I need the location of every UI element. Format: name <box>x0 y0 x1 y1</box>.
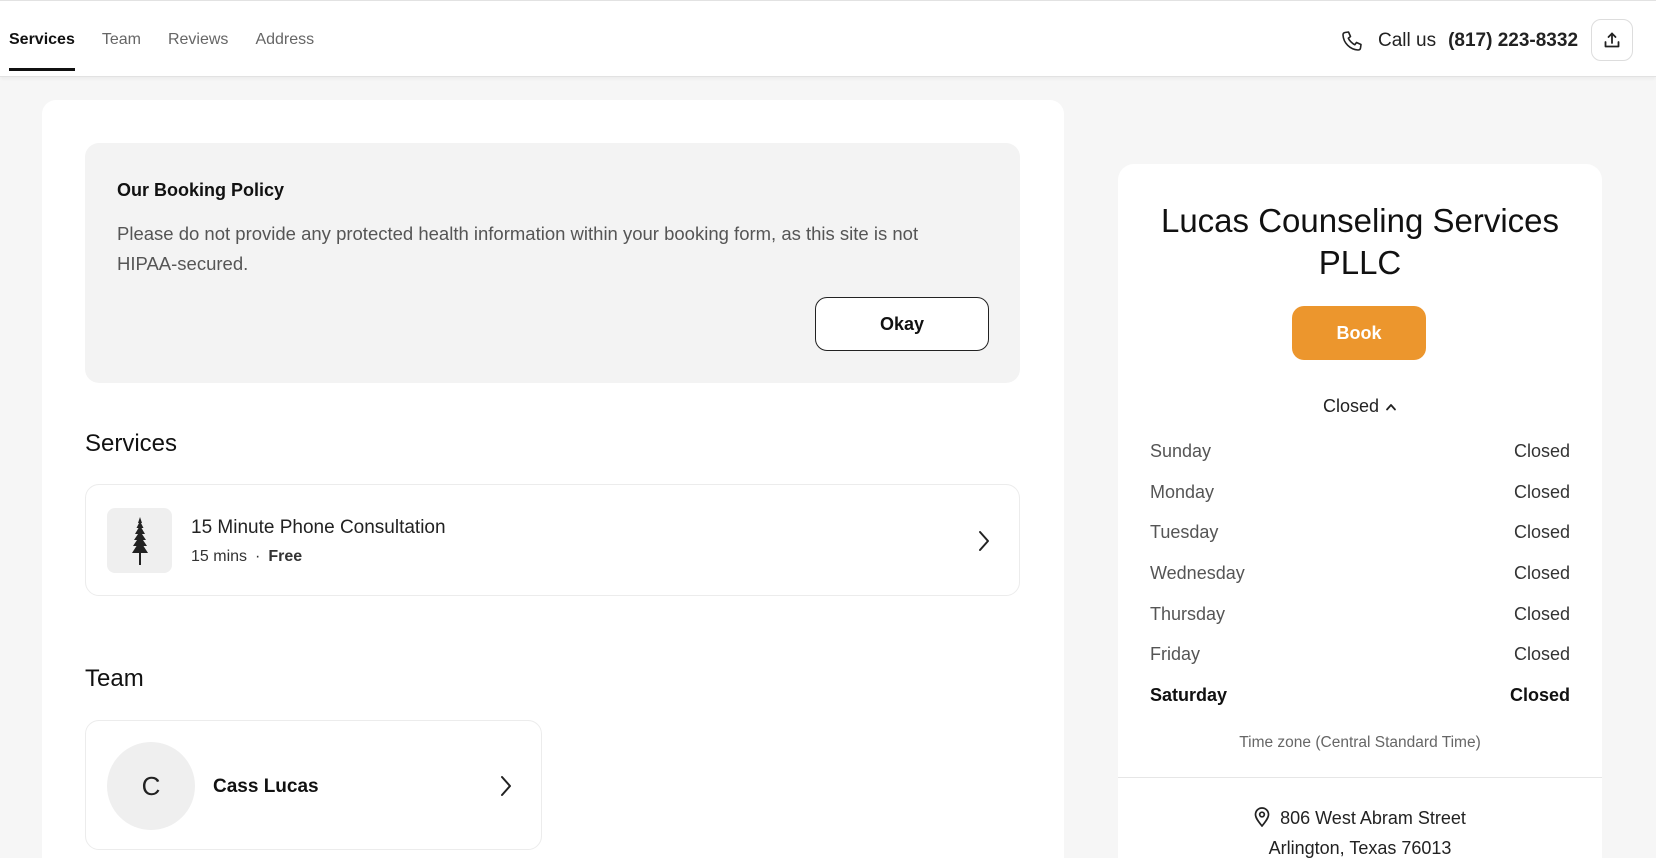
hours-value: Closed <box>1513 522 1570 543</box>
service-duration: 15 mins <box>191 548 248 565</box>
hours-day: Thursday <box>1150 603 1226 624</box>
meta-separator: · <box>255 548 261 565</box>
tab-team[interactable]: Team <box>102 1 141 77</box>
hours-value: Closed <box>1509 685 1570 706</box>
hours-row: Sunday Closed <box>1150 436 1570 477</box>
hours-value: Closed <box>1513 603 1570 624</box>
chevron-right-icon <box>979 531 989 551</box>
okay-button[interactable]: Okay <box>815 297 989 351</box>
booking-policy-banner: Our Booking Policy Please do not provide… <box>85 143 1020 383</box>
policy-text: Please do not provide any protected heal… <box>117 223 919 274</box>
hours-day: Wednesday <box>1150 563 1245 584</box>
hours-value: Closed <box>1513 644 1570 665</box>
share-upload-icon <box>1604 32 1620 48</box>
services-heading: Services <box>85 430 178 457</box>
service-name: 15 Minute Phone Consultation <box>191 517 446 538</box>
service-item[interactable]: 15 Minute Phone Consultation 15 mins · Fre… <box>85 484 1020 596</box>
service-thumbnail <box>107 508 172 573</box>
hours-day: Friday <box>1150 644 1201 665</box>
book-button[interactable]: Book <box>1292 306 1426 360</box>
business-info-card: Lucas Counseling Services PLLC Book Clos… <box>1118 164 1602 858</box>
hours-day: Saturday <box>1150 685 1228 706</box>
hours-day: Tuesday <box>1150 522 1219 543</box>
chevron-up-icon <box>1386 404 1396 411</box>
hours-row: Thursday Closed <box>1150 599 1570 640</box>
hours-row: Friday Closed <box>1150 639 1570 680</box>
map-pin-icon <box>1254 807 1270 827</box>
service-meta: 15 mins · Free <box>191 548 302 566</box>
main-content-card: Our Booking Policy Please do not provide… <box>42 100 1064 858</box>
street-address: 806 West Abram Street <box>1280 808 1466 828</box>
member-name: Cass Lucas <box>213 776 319 797</box>
call-us-link[interactable]: Call us (817) 223-8332 <box>1340 27 1578 55</box>
address-block: 806 West Abram Street Arlington, Texas 7… <box>1118 803 1602 858</box>
timezone-label: Time zone (Central Standard Time) <box>1239 734 1481 751</box>
hours-value: Closed <box>1513 481 1570 502</box>
section-tabs: Services Team Reviews Address <box>9 1 341 77</box>
address-line-1: 806 West Abram Street <box>1118 803 1602 833</box>
policy-title: Our Booking Policy <box>117 180 285 200</box>
phone-icon <box>1342 31 1362 51</box>
call-us-label: Call us <box>1378 30 1437 51</box>
team-member-card[interactable]: C Cass Lucas <box>85 720 542 850</box>
hours-day: Monday <box>1150 481 1215 502</box>
tab-reviews[interactable]: Reviews <box>168 1 228 77</box>
hours-row-today: Saturday Closed <box>1150 680 1570 721</box>
tab-services[interactable]: Services <box>9 1 75 77</box>
hours-toggle[interactable]: Closed <box>1118 396 1602 417</box>
open-status: Closed <box>1322 396 1380 416</box>
hours-value: Closed <box>1513 563 1570 584</box>
tab-address[interactable]: Address <box>255 1 314 77</box>
team-heading: Team <box>85 665 144 692</box>
top-nav-bar: Services Team Reviews Address Call us (8… <box>0 0 1656 77</box>
pine-tree-icon <box>131 516 148 565</box>
hours-row: Monday Closed <box>1150 477 1570 518</box>
share-button[interactable] <box>1591 19 1633 61</box>
phone-number: (817) 223-8332 <box>1448 30 1579 51</box>
hours-day: Sunday <box>1150 441 1212 461</box>
address-line-2: Arlington, Texas 76013 <box>1268 838 1452 858</box>
divider <box>1118 777 1602 778</box>
chevron-right-icon <box>501 776 511 796</box>
service-price: Free <box>268 548 303 565</box>
hours-value: Closed <box>1513 441 1570 461</box>
business-name: Lucas Counseling Services PLLC <box>1160 202 1560 281</box>
avatar: C <box>107 742 195 830</box>
hours-row: Tuesday Closed <box>1150 517 1570 558</box>
hours-table: Sunday Closed Monday Closed Tuesday Closed … <box>1150 436 1570 721</box>
hours-row: Wednesday Closed <box>1150 558 1570 599</box>
